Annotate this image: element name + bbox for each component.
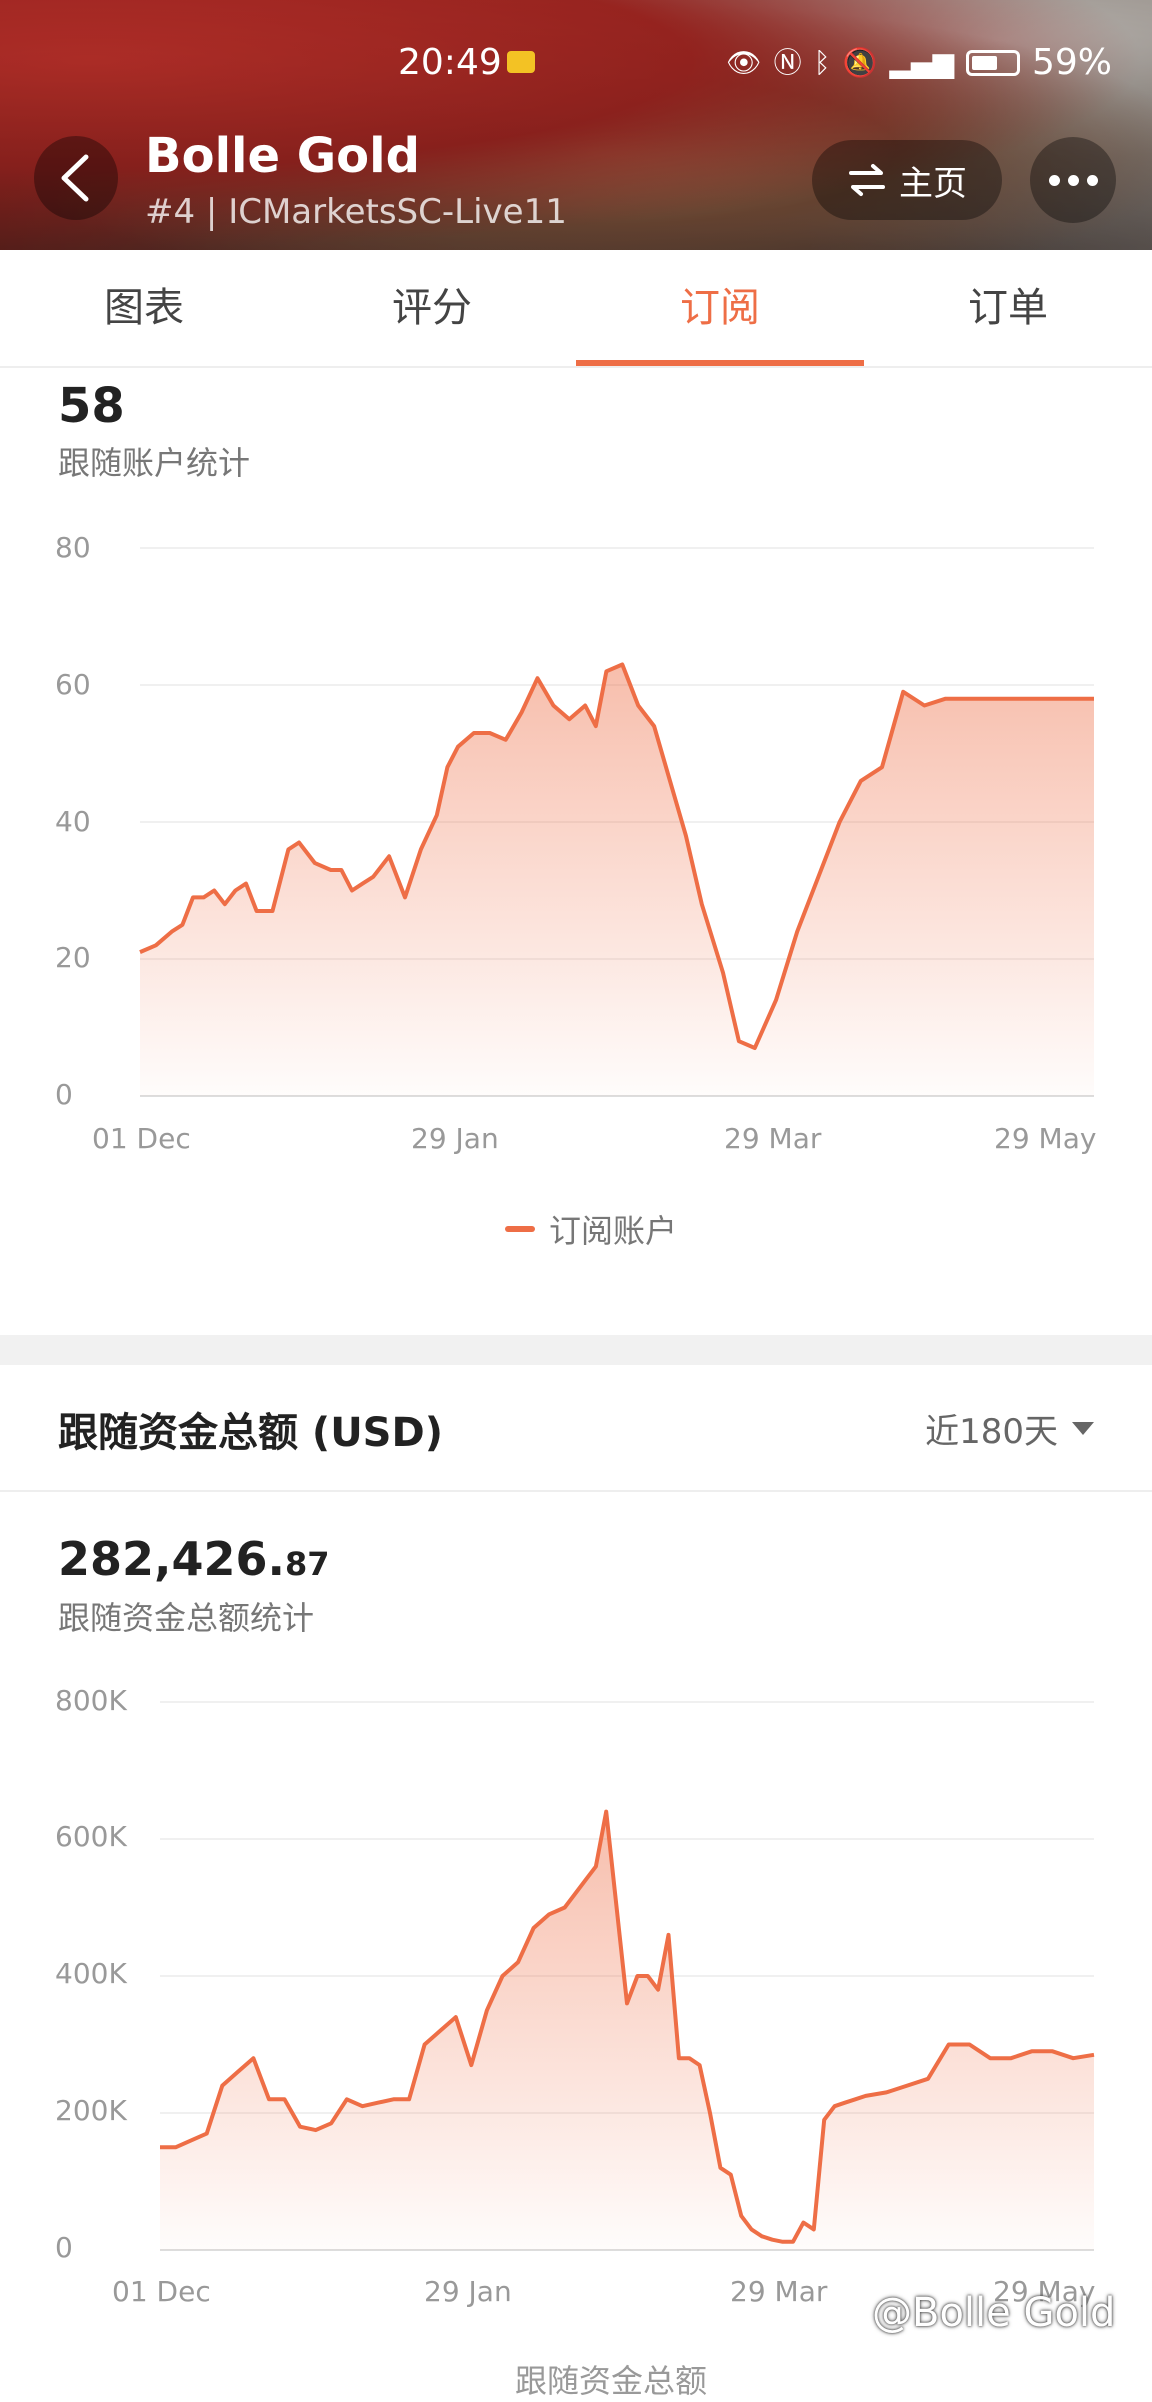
eye-icon: 👁 (726, 45, 762, 79)
funds-chart (160, 1701, 1095, 2251)
more-dot-icon (1086, 174, 1098, 186)
status-bar: 20:49 👁 Ⓝ ᛒ 🔕 ▂▄▆ 59% (0, 42, 1152, 83)
watermark: @Bolle Gold (872, 2290, 1116, 2336)
series-area (160, 1811, 1094, 2250)
more-dot-icon (1067, 174, 1079, 186)
home-button[interactable]: 主页 (812, 140, 1002, 220)
status-time: 20:49 (398, 42, 502, 83)
signal-icon: ▂▄▆ (889, 45, 954, 79)
chevron-left-icon (61, 154, 89, 202)
back-button[interactable] (34, 136, 118, 220)
more-button[interactable] (1030, 137, 1116, 223)
page-title: Bolle Gold (145, 128, 420, 184)
more-dot-icon (1048, 174, 1060, 186)
bluetooth-icon: ᛒ (813, 45, 831, 79)
message-icon (507, 51, 535, 73)
nfc-icon: Ⓝ (773, 45, 802, 79)
chart-legend[interactable]: 跟随资金总额 (515, 2356, 707, 2402)
mute-icon: 🔕 (842, 45, 878, 79)
battery-fill (971, 55, 997, 70)
battery-icon (965, 49, 1020, 76)
swap-icon (849, 164, 885, 196)
home-label: 主页 (899, 163, 967, 204)
account-subtitle: #4 | ICMarketsSC-Live11 (145, 192, 567, 232)
battery-percent: 59% (1031, 42, 1112, 83)
